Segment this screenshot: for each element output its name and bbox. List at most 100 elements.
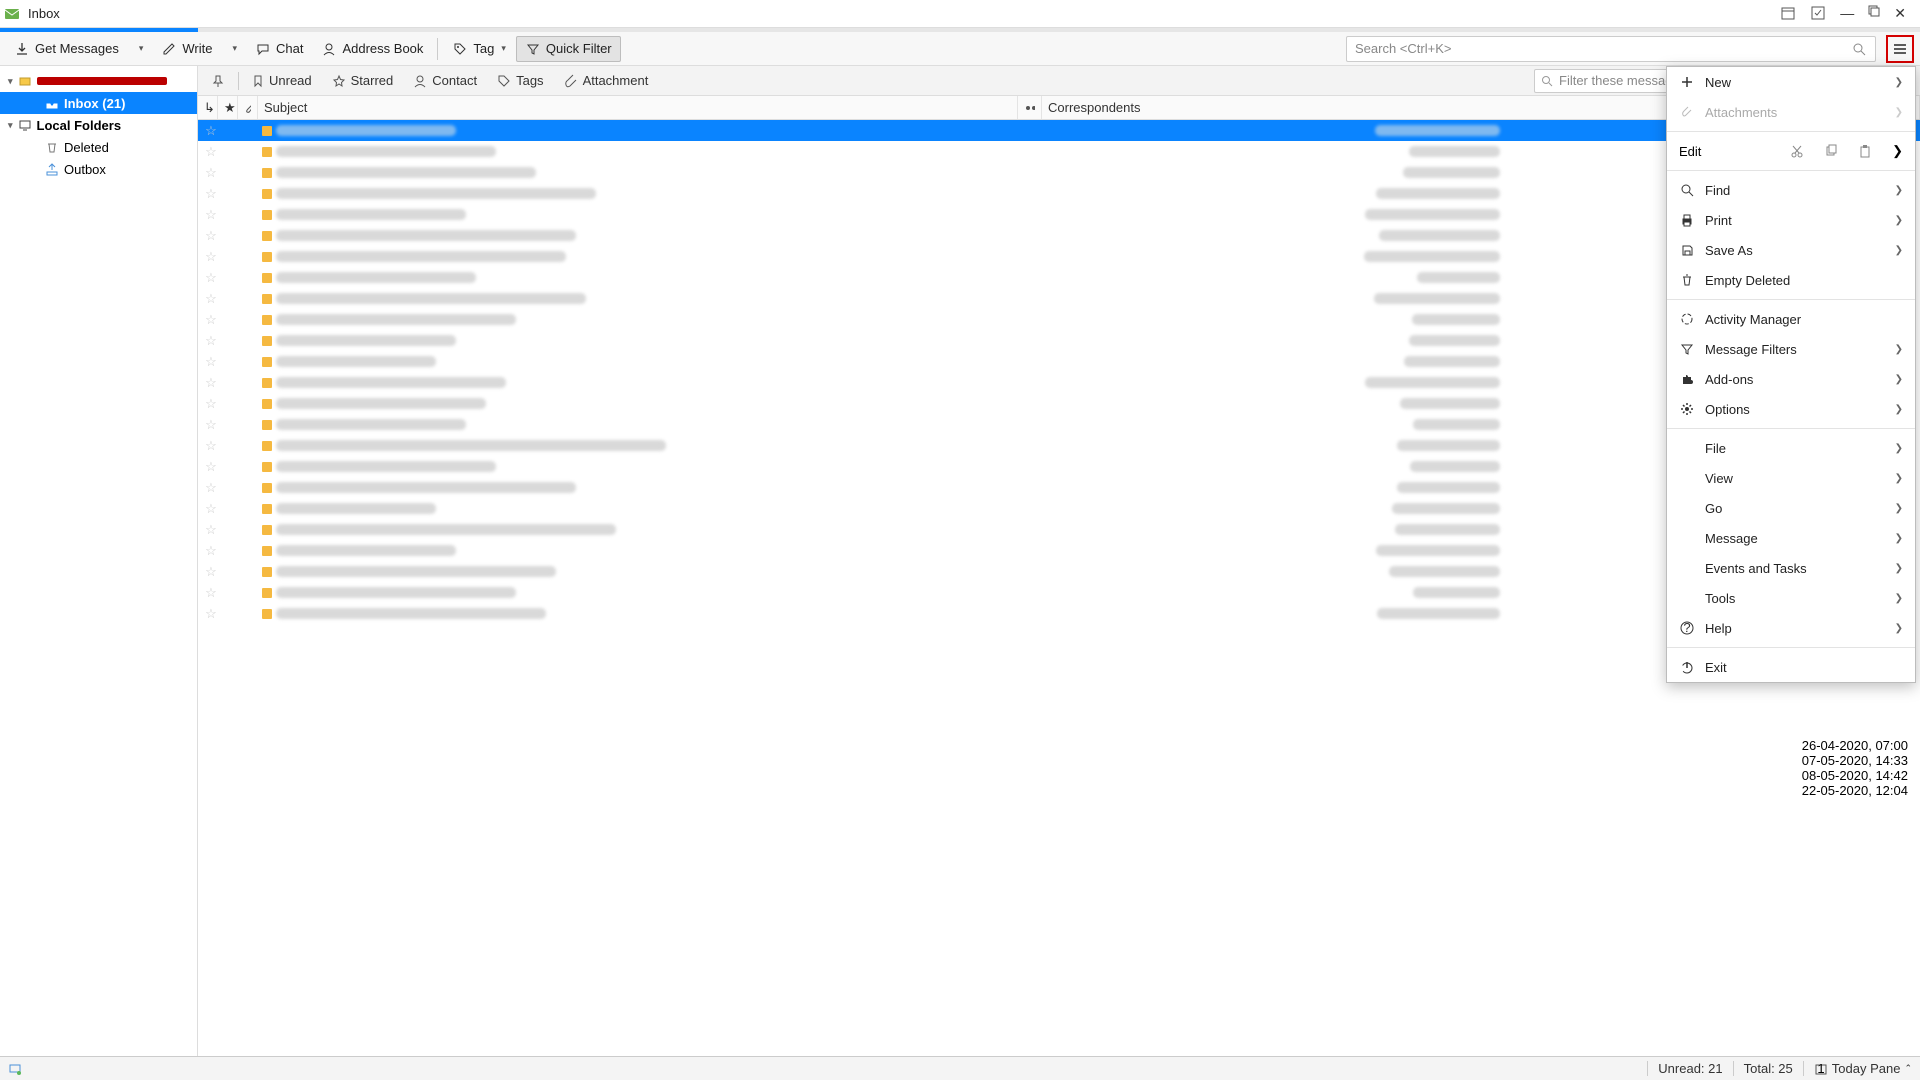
paste-icon[interactable] bbox=[1858, 144, 1872, 158]
star-icon[interactable]: ☆ bbox=[198, 543, 224, 559]
col-star[interactable]: ★ bbox=[218, 96, 238, 119]
star-icon[interactable]: ☆ bbox=[198, 249, 224, 265]
star-icon[interactable]: ☆ bbox=[198, 144, 224, 160]
star-icon[interactable]: ☆ bbox=[198, 459, 224, 475]
message-row[interactable]: ☆ bbox=[198, 141, 1920, 162]
star-icon[interactable]: ☆ bbox=[198, 123, 224, 139]
message-row[interactable]: ☆ bbox=[198, 162, 1920, 183]
today-pane-toggle[interactable]: 1 Today Pane ⌃ bbox=[1803, 1061, 1912, 1076]
menu-file[interactable]: File❯ bbox=[1667, 433, 1915, 463]
message-list[interactable]: ☆ ☆ ☆ ☆ ☆ ☆ bbox=[198, 120, 1920, 1056]
upcoming-item[interactable]: 08-05-2020, 14:42 bbox=[1802, 768, 1908, 783]
message-row[interactable]: ☆ bbox=[198, 540, 1920, 561]
upcoming-item[interactable]: 22-05-2020, 12:04 bbox=[1802, 783, 1908, 798]
star-icon[interactable]: ☆ bbox=[198, 480, 224, 496]
filter-pin[interactable] bbox=[204, 71, 232, 91]
message-row[interactable]: ☆ bbox=[198, 372, 1920, 393]
filter-tags[interactable]: Tags bbox=[490, 70, 550, 91]
calendar-icon[interactable] bbox=[1780, 5, 1796, 22]
menu-go[interactable]: Go❯ bbox=[1667, 493, 1915, 523]
menu-tools[interactable]: Tools❯ bbox=[1667, 583, 1915, 613]
message-row[interactable]: ☆ bbox=[198, 246, 1920, 267]
close-icon[interactable]: ✕ bbox=[1894, 5, 1906, 22]
search-input[interactable]: Search <Ctrl+K> bbox=[1346, 36, 1876, 62]
copy-icon[interactable] bbox=[1824, 144, 1838, 158]
star-icon[interactable]: ☆ bbox=[198, 396, 224, 412]
write-button[interactable]: Write bbox=[153, 37, 220, 61]
address-book-button[interactable]: Address Book bbox=[313, 37, 431, 61]
account-row[interactable]: ▾ bbox=[0, 70, 197, 92]
star-icon[interactable]: ☆ bbox=[198, 522, 224, 538]
message-row[interactable]: ☆ bbox=[198, 603, 1920, 624]
minimize-icon[interactable]: — bbox=[1840, 5, 1854, 22]
star-icon[interactable]: ☆ bbox=[198, 438, 224, 454]
tasks-icon[interactable] bbox=[1810, 5, 1826, 22]
star-icon[interactable]: ☆ bbox=[198, 417, 224, 433]
app-menu-button[interactable] bbox=[1886, 35, 1914, 63]
star-icon[interactable]: ☆ bbox=[198, 228, 224, 244]
menu-events-tasks[interactable]: Events and Tasks❯ bbox=[1667, 553, 1915, 583]
message-row[interactable]: ☆ bbox=[198, 498, 1920, 519]
star-icon[interactable]: ☆ bbox=[198, 333, 224, 349]
col-attach[interactable] bbox=[238, 96, 258, 119]
folder-deleted[interactable]: Deleted bbox=[0, 136, 197, 158]
message-row[interactable]: ☆ bbox=[198, 309, 1920, 330]
folder-outbox[interactable]: Outbox bbox=[0, 158, 197, 180]
get-messages-button[interactable]: Get Messages bbox=[6, 37, 127, 61]
message-row[interactable]: ☆ bbox=[198, 456, 1920, 477]
star-icon[interactable]: ☆ bbox=[198, 585, 224, 601]
filter-unread[interactable]: Unread bbox=[245, 70, 319, 91]
message-row[interactable]: ☆ bbox=[198, 267, 1920, 288]
upcoming-item[interactable]: 07-05-2020, 14:33 bbox=[1802, 753, 1908, 768]
menu-exit[interactable]: Exit bbox=[1667, 652, 1915, 682]
message-row[interactable]: ☆ bbox=[198, 204, 1920, 225]
online-icon[interactable] bbox=[8, 1062, 22, 1076]
menu-options[interactable]: Options❯ bbox=[1667, 394, 1915, 424]
star-icon[interactable]: ☆ bbox=[198, 291, 224, 307]
message-row[interactable]: ☆ bbox=[198, 477, 1920, 498]
local-folders[interactable]: ▾ Local Folders bbox=[0, 114, 197, 136]
menu-view[interactable]: View❯ bbox=[1667, 463, 1915, 493]
menu-activity-manager[interactable]: Activity Manager bbox=[1667, 304, 1915, 334]
message-row[interactable]: ☆ bbox=[198, 288, 1920, 309]
folder-inbox[interactable]: Inbox (21) bbox=[0, 92, 197, 114]
message-row[interactable]: ☆ bbox=[198, 561, 1920, 582]
menu-save-as[interactable]: Save As❯ bbox=[1667, 235, 1915, 265]
tag-button[interactable]: Tag▾ bbox=[444, 37, 514, 61]
col-thread[interactable]: ↳ bbox=[198, 96, 218, 119]
star-icon[interactable]: ☆ bbox=[198, 207, 224, 223]
menu-empty-deleted[interactable]: Empty Deleted bbox=[1667, 265, 1915, 295]
maximize-icon[interactable] bbox=[1868, 5, 1880, 22]
star-icon[interactable]: ☆ bbox=[198, 312, 224, 328]
upcoming-item[interactable]: 26-04-2020, 07:00 bbox=[1802, 738, 1908, 753]
col-subject[interactable]: Subject bbox=[258, 96, 1018, 119]
star-icon[interactable]: ☆ bbox=[198, 270, 224, 286]
write-dropdown[interactable]: ▾ bbox=[222, 39, 245, 58]
message-row[interactable]: ☆ bbox=[198, 435, 1920, 456]
message-row[interactable]: ☆ bbox=[198, 519, 1920, 540]
col-read[interactable] bbox=[1018, 96, 1042, 119]
star-icon[interactable]: ☆ bbox=[198, 186, 224, 202]
star-icon[interactable]: ☆ bbox=[198, 501, 224, 517]
message-row[interactable]: ☆ bbox=[198, 120, 1920, 141]
cut-icon[interactable] bbox=[1790, 144, 1804, 158]
filter-attachment[interactable]: Attachment bbox=[557, 70, 656, 91]
message-row[interactable]: ☆ bbox=[198, 183, 1920, 204]
message-row[interactable]: ☆ bbox=[198, 393, 1920, 414]
menu-print[interactable]: Print❯ bbox=[1667, 205, 1915, 235]
message-row[interactable]: ☆ bbox=[198, 225, 1920, 246]
chat-button[interactable]: Chat bbox=[247, 37, 311, 61]
message-row[interactable]: ☆ bbox=[198, 351, 1920, 372]
menu-new[interactable]: New❯ bbox=[1667, 67, 1915, 97]
message-row[interactable]: ☆ bbox=[198, 330, 1920, 351]
star-icon[interactable]: ☆ bbox=[198, 564, 224, 580]
message-row[interactable]: ☆ bbox=[198, 414, 1920, 435]
menu-help[interactable]: ?Help❯ bbox=[1667, 613, 1915, 643]
quick-filter-button[interactable]: Quick Filter bbox=[516, 36, 621, 62]
star-icon[interactable]: ☆ bbox=[198, 354, 224, 370]
menu-find[interactable]: Find❯ bbox=[1667, 175, 1915, 205]
filter-contact[interactable]: Contact bbox=[406, 70, 484, 91]
get-messages-dropdown[interactable]: ▾ bbox=[129, 39, 152, 58]
filter-starred[interactable]: Starred bbox=[325, 70, 401, 91]
star-icon[interactable]: ☆ bbox=[198, 606, 224, 622]
